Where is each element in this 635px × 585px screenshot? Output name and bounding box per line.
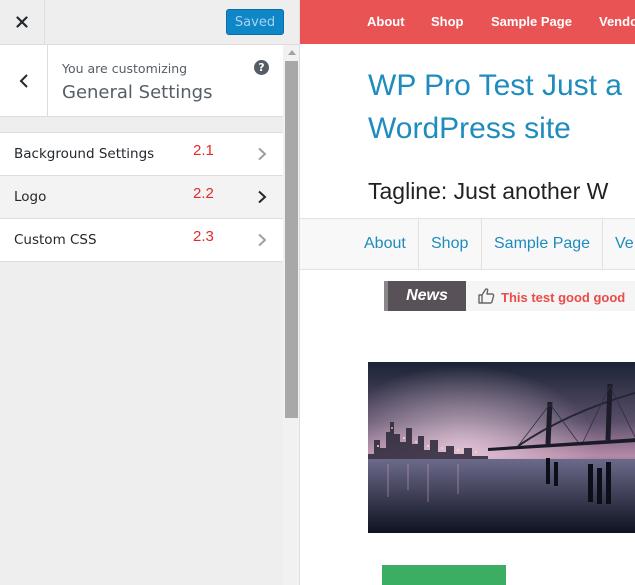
section-item-logo[interactable]: Logo 2.2 <box>0 176 283 219</box>
chevron-right-icon <box>258 190 267 204</box>
green-button[interactable] <box>382 565 506 585</box>
news-label: News <box>388 281 466 311</box>
section-list: Background Settings 2.1 Logo 2.2 Custom … <box>0 132 283 262</box>
chevron-right-icon <box>258 233 267 247</box>
section-label: Logo <box>14 189 47 205</box>
section-number-annotation: 2.2 <box>193 185 214 202</box>
top-nav-sample-page[interactable]: Sample Page <box>491 14 572 29</box>
main-nav-sample-page[interactable]: Sample Page <box>494 219 590 269</box>
panel-scrollbar[interactable] <box>283 45 299 585</box>
thumbs-up-icon <box>478 288 495 304</box>
main-nav-about[interactable]: About <box>364 219 406 269</box>
main-nav-vendor[interactable]: Ve <box>615 219 634 269</box>
main-nav-shop[interactable]: Shop <box>431 219 468 269</box>
site-tagline: Tagline: Just another W <box>368 178 609 204</box>
news-ticker: News This test good good <box>384 281 635 311</box>
question-mark-icon[interactable]: ? <box>254 60 269 75</box>
panel-title: General Settings <box>62 82 213 103</box>
top-nav-vendor[interactable]: Vendo <box>599 14 635 29</box>
close-icon <box>16 16 28 28</box>
news-headline-link[interactable]: This test good good <box>501 290 625 305</box>
nav-divider <box>418 219 419 269</box>
nav-divider <box>481 219 482 269</box>
chevron-left-icon <box>19 74 28 88</box>
site-preview: About Shop Sample Page Vendo WP Pro Test… <box>300 0 635 585</box>
section-number-annotation: 2.1 <box>193 142 214 159</box>
panel-header: You are customizing General Settings ? <box>0 45 283 117</box>
site-title-line: WP Pro Test Just a <box>368 69 622 102</box>
top-nav-about[interactable]: About <box>367 14 405 29</box>
section-label: Background Settings <box>14 146 155 162</box>
customizer-header: Saved <box>0 0 299 45</box>
scrollbar-thumb[interactable] <box>285 61 298 418</box>
nav-divider <box>602 219 603 269</box>
top-navigation: About Shop Sample Page Vendo <box>300 0 635 44</box>
section-item-background-settings[interactable]: Background Settings 2.1 <box>0 133 283 176</box>
save-button[interactable]: Saved <box>226 9 284 35</box>
scroll-up-arrow-icon[interactable] <box>288 50 296 55</box>
back-button[interactable] <box>0 45 48 117</box>
close-button[interactable] <box>0 0 45 44</box>
customizing-label: You are customizing <box>62 61 188 76</box>
main-navigation: About Shop Sample Page Ve <box>300 218 635 270</box>
section-number-annotation: 2.3 <box>193 228 214 245</box>
site-title-line: WordPress site <box>368 112 571 145</box>
chevron-right-icon <box>258 147 267 161</box>
customizer-panel: You are customizing General Settings ? B… <box>0 45 283 585</box>
site-title[interactable]: WP Pro Test Just a WordPress site <box>368 64 635 150</box>
section-item-custom-css[interactable]: Custom CSS 2.3 <box>0 219 283 262</box>
city-bridge-night-image <box>368 362 635 533</box>
customizer-sidebar: Saved You are customizing General Settin… <box>0 0 300 585</box>
section-label: Custom CSS <box>14 232 97 248</box>
top-nav-shop[interactable]: Shop <box>431 14 464 29</box>
